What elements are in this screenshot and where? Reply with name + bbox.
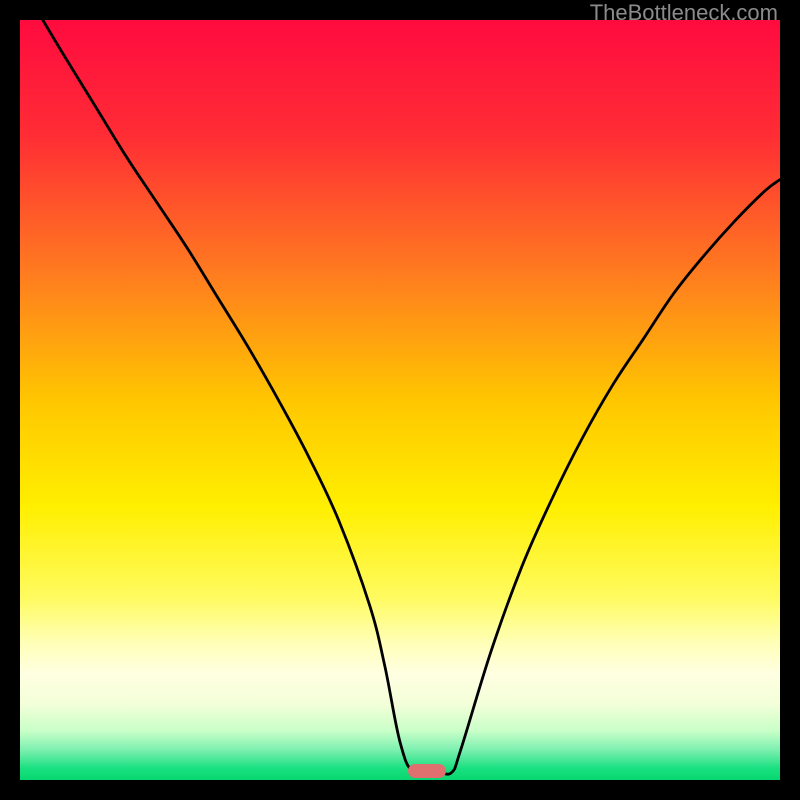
watermark-text: TheBottleneck.com: [590, 0, 778, 26]
gradient-background: [20, 20, 780, 780]
chart-svg: [20, 20, 780, 780]
bottleneck-marker: [408, 764, 446, 778]
chart-area: [20, 20, 780, 780]
